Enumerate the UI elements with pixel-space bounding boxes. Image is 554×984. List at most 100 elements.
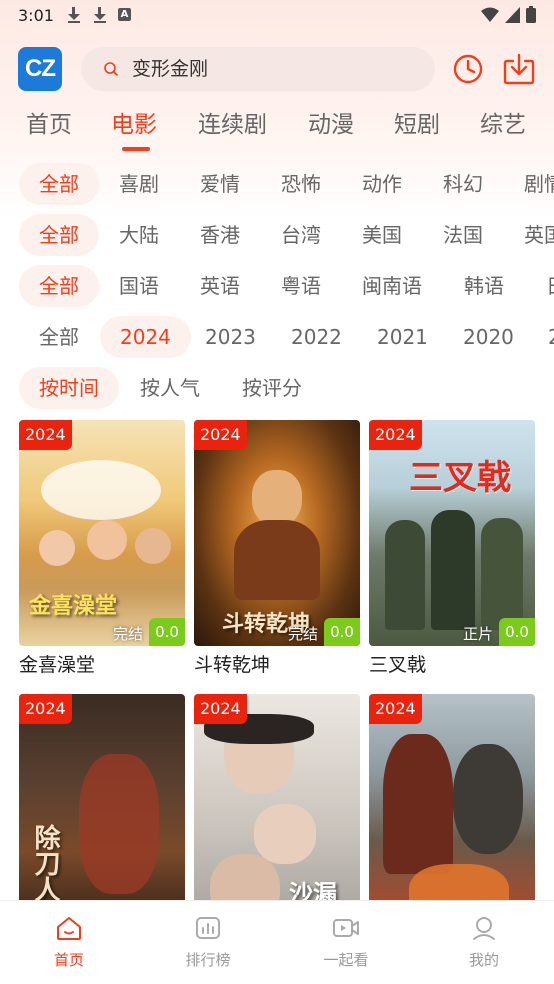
filter-chip[interactable]: 国语: [119, 265, 159, 307]
nav-label: 一起看: [323, 951, 369, 969]
movie-poster: 2024: [369, 694, 535, 920]
status-label: 完结: [287, 625, 318, 643]
app-logo[interactable]: CZ: [18, 47, 62, 91]
filter-chip[interactable]: 全部: [19, 163, 99, 205]
filter-chip[interactable]: 2023: [205, 316, 256, 358]
search-bar[interactable]: 变形金刚: [81, 47, 435, 91]
movie-poster: 金喜澡堂 2024 完结 0.0: [19, 420, 185, 646]
tab-anime[interactable]: 动漫: [308, 105, 354, 139]
filter-chip[interactable]: 全部: [19, 265, 99, 307]
poster-title-art: 金喜澡堂: [29, 593, 118, 619]
filter-chip[interactable]: 法国: [443, 214, 483, 256]
home-icon: [57, 917, 81, 940]
tab-series[interactable]: 连续剧: [198, 105, 267, 139]
category-tabs: 首页 电影 连续剧 动漫 短剧 综艺: [0, 105, 554, 155]
status-time: 3:01: [18, 6, 54, 25]
tab-short-drama[interactable]: 短剧: [394, 105, 440, 139]
tab-variety[interactable]: 综艺: [480, 105, 526, 139]
poster-graphic: [135, 528, 171, 564]
filter-chip[interactable]: 科幻: [443, 163, 483, 205]
download-notification-icon: [66, 6, 82, 24]
poster-graphic: [385, 520, 425, 630]
battery-icon: [526, 6, 536, 23]
poster-graphic: [87, 520, 127, 560]
filter-chip[interactable]: 剧情: [524, 163, 554, 205]
filter-chip[interactable]: 恐怖: [281, 163, 321, 205]
poster-graphic: [254, 804, 316, 864]
poster-graphic: [431, 510, 475, 630]
filter-chip[interactable]: 香港: [200, 214, 240, 256]
search-input[interactable]: 变形金刚: [132, 47, 208, 91]
year-badge: 2024: [19, 694, 72, 724]
year-badge: 2024: [19, 420, 72, 450]
filter-chip[interactable]: 爱情: [200, 163, 240, 205]
filter-chip[interactable]: 按人气: [140, 367, 200, 409]
filter-chip[interactable]: 2021: [377, 316, 428, 358]
filter-chip[interactable]: 美国: [362, 214, 402, 256]
chart-icon: [196, 917, 220, 939]
movie-poster: 除刀人 2024: [19, 694, 185, 920]
nav-label: 排行榜: [185, 951, 231, 969]
filter-chip[interactable]: 按时间: [19, 367, 119, 409]
filter-chip[interactable]: 2022: [291, 316, 342, 358]
filter-chip[interactable]: 韩语: [464, 265, 504, 307]
score-badge: 0.0: [149, 618, 185, 646]
tab-home[interactable]: 首页: [26, 105, 72, 139]
score-badge: 0.0: [499, 618, 535, 646]
filter-chip[interactable]: 按评分: [242, 367, 302, 409]
filter-chip[interactable]: 粤语: [281, 265, 321, 307]
filter-chip[interactable]: 大陆: [119, 214, 159, 256]
year-badge: 2024: [369, 420, 422, 450]
region-filter-row: 全部 大陆 香港 台湾 美国 法国 英国: [0, 214, 554, 256]
wifi-icon: [481, 7, 499, 22]
filter-chip[interactable]: 闽南语: [362, 265, 422, 307]
movie-title[interactable]: 三叉戟: [369, 650, 426, 677]
history-icon[interactable]: [452, 53, 484, 85]
poster-graphic: [481, 518, 523, 630]
language-filter-row: 全部 国语 英语 粤语 闽南语 韩语 日语: [0, 265, 554, 307]
search-icon: [104, 62, 118, 76]
download-icon[interactable]: [502, 52, 536, 86]
nav-label: 我的: [468, 951, 499, 969]
poster-title-art: 三叉戟: [409, 458, 511, 498]
active-tab-indicator: [122, 147, 150, 151]
year-badge: 2024: [369, 694, 422, 724]
signal-icon: [505, 6, 520, 23]
filter-chip[interactable]: 英国: [524, 214, 554, 256]
nav-ranking[interactable]: 排行榜: [168, 915, 248, 970]
filter-chip[interactable]: 全部: [39, 316, 79, 358]
movie-poster: 三叉戟 2024 正片 0.0: [369, 420, 535, 646]
tab-movie[interactable]: 电影: [111, 105, 157, 139]
poster-graphic: [234, 520, 320, 600]
movie-poster: 斗转乾坤 2024 完结 0.0: [194, 420, 360, 646]
text-notification-icon: A: [118, 8, 131, 21]
year-badge: 2024: [194, 420, 247, 450]
status-bar: 3:01 A: [0, 0, 554, 32]
filter-chip[interactable]: 全部: [19, 214, 99, 256]
filter-chip[interactable]: 日语: [546, 265, 554, 307]
poster-graphic: [79, 754, 159, 894]
poster-graphic: [252, 470, 302, 526]
filter-chip[interactable]: 喜剧: [119, 163, 159, 205]
filter-chip[interactable]: 台湾: [281, 214, 321, 256]
video-icon: [333, 919, 359, 937]
filter-chip[interactable]: 英语: [200, 265, 240, 307]
filter-chip[interactable]: 2024: [100, 316, 191, 358]
filter-chip[interactable]: 2020: [463, 316, 514, 358]
status-label: 完结: [112, 625, 143, 643]
download-notification-icon: [92, 6, 108, 24]
poster-graphic: [383, 734, 453, 874]
nav-watch-together[interactable]: 一起看: [306, 915, 386, 970]
movie-title[interactable]: 斗转乾坤: [194, 650, 270, 677]
score-badge: 0.0: [324, 618, 360, 646]
filter-chip[interactable]: 动作: [362, 163, 402, 205]
nav-label: 首页: [53, 951, 84, 969]
year-filter-row: 全部 2024 2023 2022 2021 2020 2019: [0, 316, 554, 358]
user-icon: [473, 917, 495, 940]
movie-title[interactable]: 金喜澡堂: [19, 650, 95, 677]
filter-chip[interactable]: 2019: [548, 316, 554, 358]
nav-profile[interactable]: 我的: [444, 915, 524, 970]
poster-graphic: [39, 530, 75, 566]
poster-title-art: 除刀人: [30, 824, 60, 902]
nav-home[interactable]: 首页: [29, 915, 109, 970]
